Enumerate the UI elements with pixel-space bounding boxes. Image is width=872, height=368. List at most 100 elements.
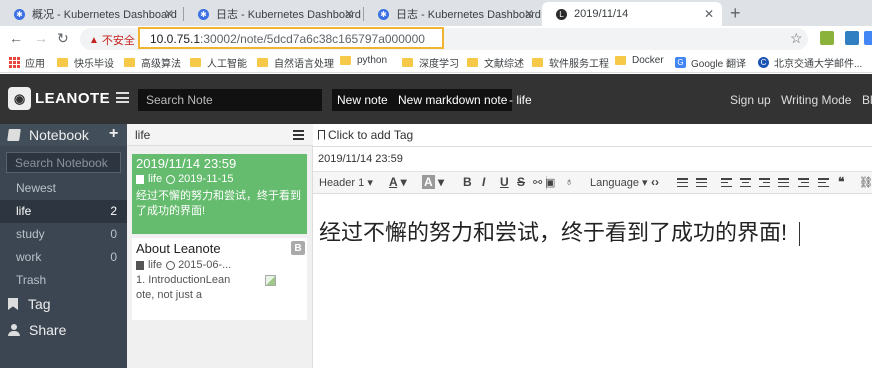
close-icon[interactable]: ✕: [524, 7, 534, 21]
bookmark-link[interactable]: G Google 翻译: [675, 55, 746, 70]
blog-link[interactable]: Bl: [862, 93, 872, 107]
header-format-dropdown[interactable]: Header 1 ▾: [319, 176, 373, 189]
align-center-icon[interactable]: [740, 178, 751, 187]
language-dropdown[interactable]: Language ▾: [590, 176, 648, 189]
extension-icon[interactable]: [864, 31, 872, 45]
blockquote-icon[interactable]: ❝: [838, 175, 844, 189]
bookmark-folder[interactable]: python: [340, 55, 387, 66]
sign-up-link[interactable]: Sign up: [730, 93, 771, 107]
new-markdown-note-button[interactable]: New markdown note: [393, 89, 513, 111]
note-editor: Click to add Tag 2019/11/14 23:59 Header…: [313, 124, 872, 368]
folder-icon: [615, 56, 626, 65]
bookmark-folder[interactable]: 软件服务工程: [532, 55, 609, 70]
kubernetes-icon: ✱: [14, 8, 25, 20]
bookmark-folder[interactable]: 快乐毕设: [57, 55, 114, 70]
add-notebook-icon[interactable]: +: [109, 125, 118, 143]
new-tab-icon[interactable]: +: [730, 3, 741, 24]
apps-icon: [9, 57, 20, 68]
browser-tab[interactable]: ✱ 日志 - Kubernetes Dashboard ✕: [184, 2, 362, 26]
writing-mode-link[interactable]: Writing Mode: [781, 93, 851, 107]
align-right-icon[interactable]: [759, 178, 770, 187]
underline-icon[interactable]: U: [500, 175, 509, 189]
add-tag-label: Click to add Tag: [328, 128, 414, 142]
browser-tab[interactable]: ✱ 日志 - Kubernetes Dashboard ✕: [364, 2, 542, 26]
search-notebook-input[interactable]: Search Notebook: [6, 152, 121, 173]
extension-icon[interactable]: [845, 31, 859, 45]
indent-icon[interactable]: [818, 178, 829, 187]
bookmark-label: 文献综述: [484, 59, 524, 70]
strikethrough-icon[interactable]: S: [517, 175, 525, 189]
editor-content-text: 经过不懈的努力和尝试，终于看到了成功的界面!: [319, 220, 788, 245]
bookmark-folder[interactable]: 高级算法: [124, 55, 181, 70]
security-warning[interactable]: ▲ 不安全: [89, 32, 135, 48]
bookmark-label: 人工智能: [207, 59, 247, 70]
note-item[interactable]: About Leanote B life 2015-06-... 1. Intr…: [132, 238, 307, 320]
note-item-selected[interactable]: 2019/11/14 23:59 life 2019-11-15 经过不懈的努力…: [132, 154, 307, 234]
chain-link-icon[interactable]: ⛓: [859, 176, 872, 189]
note-title: About Leanote: [136, 241, 221, 256]
toggle-menu-icon[interactable]: [116, 92, 129, 103]
folder-icon: [532, 58, 543, 67]
tag-icon: [318, 130, 325, 140]
sidebar-item-study[interactable]: study 0: [0, 223, 127, 246]
note-description: 经过不懈的努力和尝试，终于看到了成功的界面!: [136, 190, 301, 217]
extension-icon[interactable]: [820, 31, 834, 45]
note-date: 2015-06-...: [178, 259, 232, 271]
bookmark-star-icon[interactable]: ☆: [790, 30, 803, 47]
folder-icon: [402, 58, 413, 67]
sidebar-tag-section[interactable]: Tag: [8, 296, 51, 312]
sidebar-item-newest[interactable]: Newest: [0, 177, 127, 200]
bookmark-apps[interactable]: 应用: [9, 55, 45, 70]
list-view-icon[interactable]: [293, 130, 304, 140]
kubernetes-icon: ✱: [198, 8, 209, 20]
close-icon[interactable]: ✕: [704, 7, 714, 21]
close-icon[interactable]: ✕: [344, 7, 354, 21]
folder-icon: [467, 58, 478, 67]
background-color-icon[interactable]: A ▾: [422, 175, 444, 189]
font-color-icon[interactable]: A ▾: [389, 175, 407, 189]
bookmark-folder[interactable]: Docker: [615, 55, 664, 66]
text-cursor: [799, 222, 801, 247]
numbered-list-icon[interactable]: [696, 178, 707, 187]
note-meta: life 2015-06-...: [136, 259, 231, 271]
bookmark-link[interactable]: C 北京交通大学邮件...: [758, 55, 862, 70]
close-icon[interactable]: ✕: [164, 7, 174, 21]
note-title-input[interactable]: 2019/11/14 23:59: [318, 153, 403, 165]
sidebar-item-trash[interactable]: Trash: [0, 269, 127, 292]
bullet-list-icon[interactable]: [677, 178, 688, 187]
add-tag-button[interactable]: Click to add Tag: [318, 128, 413, 142]
bulb-icon[interactable]: ♁: [565, 176, 573, 188]
leanote-logo[interactable]: ◉ LEANOTE: [8, 87, 110, 110]
italic-icon[interactable]: I: [482, 175, 485, 189]
outdent-icon[interactable]: [798, 178, 809, 187]
sidebar-item-work[interactable]: work 0: [0, 246, 127, 269]
bold-icon[interactable]: B: [463, 175, 472, 189]
reload-icon[interactable]: ↻: [57, 30, 69, 47]
browser-tab-active[interactable]: L 2019/11/14 ✕: [542, 2, 722, 26]
security-label: 不安全: [101, 35, 135, 47]
notebook-title[interactable]: Notebook: [7, 127, 89, 143]
link-icon[interactable]: ⚯: [533, 176, 542, 189]
new-note-button[interactable]: New note: [332, 89, 393, 111]
bookmark-folder[interactable]: 人工智能: [190, 55, 247, 70]
align-left-icon[interactable]: [721, 178, 732, 187]
bookmark-label: 北京交通大学邮件...: [774, 59, 863, 70]
editor-content[interactable]: 经过不懈的努力和尝试，终于看到了成功的界面!: [319, 215, 801, 247]
bookmark-folder[interactable]: 深度学习: [402, 55, 459, 70]
address-bar-row: ← → ↻ ▲ 不安全 10.0.75.1:30002/note/5dcd7a6…: [0, 26, 872, 51]
bookmark-folder[interactable]: 文献综述: [467, 55, 524, 70]
blog-badge: B: [291, 241, 305, 255]
browser-tab[interactable]: ✱ 概况 - Kubernetes Dashboard ✕: [0, 2, 182, 26]
note-notebook: life: [148, 173, 163, 185]
code-icon[interactable]: ‹›: [651, 175, 659, 189]
sidebar-item-life[interactable]: life 2: [0, 200, 127, 223]
align-justify-icon[interactable]: [778, 178, 789, 187]
image-icon[interactable]: ▣: [545, 176, 555, 189]
bookmark-folder[interactable]: 自然语言处理: [257, 55, 334, 70]
back-icon[interactable]: ←: [9, 30, 23, 46]
sidebar-share-section[interactable]: Share: [8, 322, 66, 338]
url-text[interactable]: 10.0.75.1:30002/note/5dcd7a6c38c165797a0…: [150, 32, 425, 46]
kubernetes-icon: ✱: [378, 8, 389, 20]
search-note-input[interactable]: Search Note: [138, 89, 322, 111]
forward-icon[interactable]: →: [34, 30, 48, 46]
